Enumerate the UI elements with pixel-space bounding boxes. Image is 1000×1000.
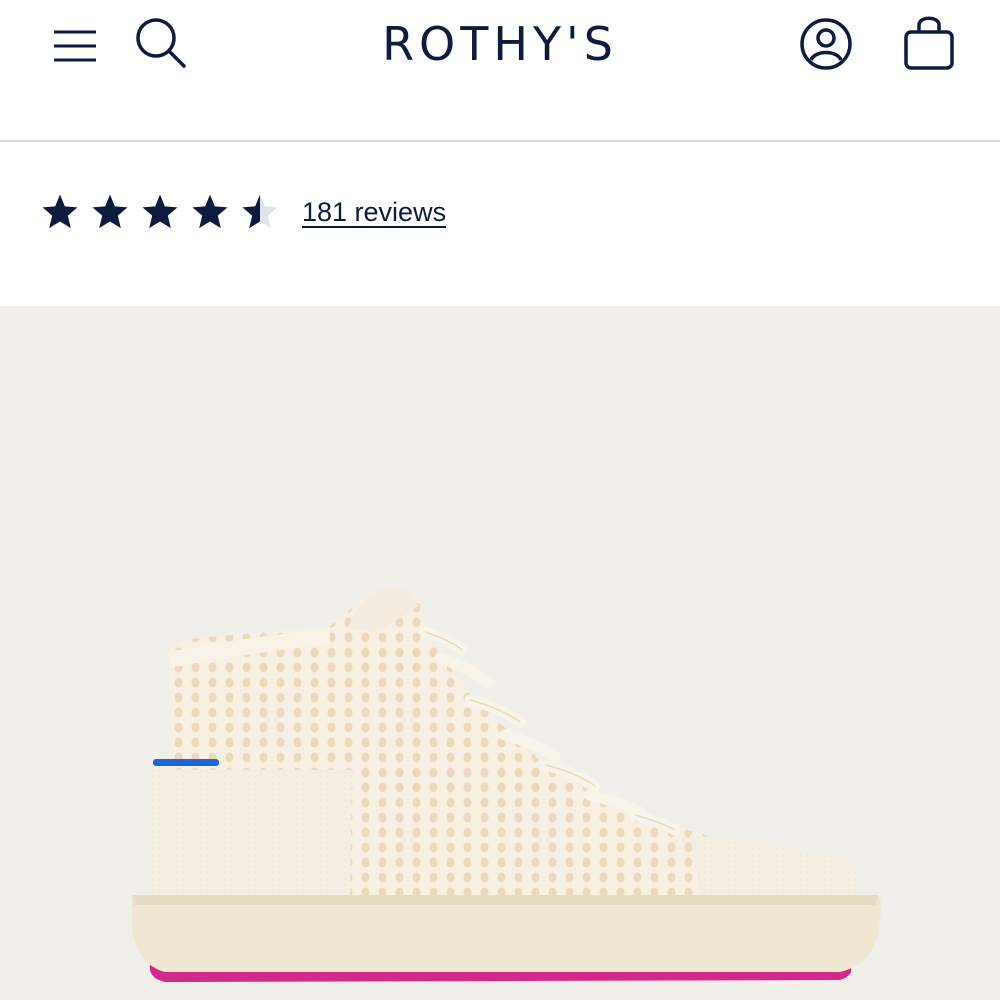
shopping-bag-icon bbox=[904, 16, 954, 70]
search-button[interactable] bbox=[130, 12, 190, 72]
brand-logo[interactable]: ROTHY'S bbox=[300, 14, 700, 74]
hamburger-menu-icon bbox=[54, 30, 96, 62]
search-icon bbox=[136, 18, 186, 68]
site-header: ROTHY'S bbox=[0, 0, 1000, 142]
star-full-icon bbox=[42, 194, 78, 229]
menu-button[interactable] bbox=[44, 16, 104, 72]
account-user-icon bbox=[800, 18, 852, 70]
star-full-icon bbox=[192, 194, 228, 229]
account-button[interactable] bbox=[796, 14, 856, 74]
reviews-link[interactable]: 181 reviews bbox=[302, 197, 446, 228]
star-full-icon bbox=[92, 194, 128, 229]
star-half-icon bbox=[242, 194, 278, 229]
star-rating bbox=[40, 192, 302, 232]
product-rating: 181 reviews bbox=[40, 186, 446, 238]
sneaker-illustration bbox=[132, 586, 881, 982]
product-image[interactable] bbox=[0, 306, 1000, 1000]
star-full-icon bbox=[142, 194, 178, 229]
cart-button[interactable] bbox=[898, 10, 960, 74]
